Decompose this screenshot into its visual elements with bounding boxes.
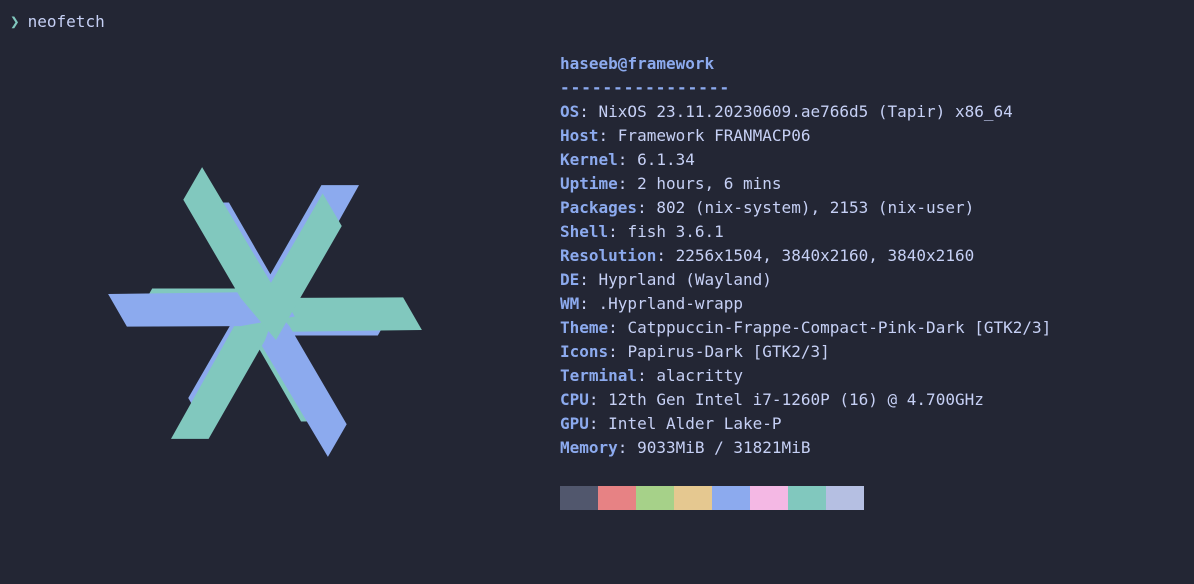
color-swatch bbox=[826, 486, 864, 510]
info-key: Uptime bbox=[560, 174, 618, 193]
prompt-line: ❯ neofetch bbox=[10, 10, 1184, 34]
info-key: CPU bbox=[560, 390, 589, 409]
command-text: neofetch bbox=[28, 10, 105, 34]
info-value: 9033MiB / 31821MiB bbox=[637, 438, 810, 457]
info-key: Theme bbox=[560, 318, 608, 337]
info-key: Icons bbox=[560, 342, 608, 361]
info-row-de: DE: Hyprland (Wayland) bbox=[560, 268, 1051, 292]
info-row-shell: Shell: fish 3.6.1 bbox=[560, 220, 1051, 244]
username: haseeb bbox=[560, 54, 618, 73]
info-row-kernel: Kernel: 6.1.34 bbox=[560, 148, 1051, 172]
info-value: fish 3.6.1 bbox=[627, 222, 723, 241]
info-row-theme: Theme: Catppuccin-Frappe-Compact-Pink-Da… bbox=[560, 316, 1051, 340]
user-host-header: haseeb@framework bbox=[560, 52, 1051, 76]
info-key: Host bbox=[560, 126, 599, 145]
prompt-symbol: ❯ bbox=[10, 10, 20, 34]
info-value: Papirus-Dark [GTK2/3] bbox=[627, 342, 829, 361]
info-row-resolution: Resolution: 2256x1504, 3840x2160, 3840x2… bbox=[560, 244, 1051, 268]
info-value: Intel Alder Lake-P bbox=[608, 414, 781, 433]
info-key: Shell bbox=[560, 222, 608, 241]
info-row-packages: Packages: 802 (nix-system), 2153 (nix-us… bbox=[560, 196, 1051, 220]
hostname: framework bbox=[627, 54, 714, 73]
info-value: 6.1.34 bbox=[637, 150, 695, 169]
info-key: Packages bbox=[560, 198, 637, 217]
info-row-os: OS: NixOS 23.11.20230609.ae766d5 (Tapir)… bbox=[560, 100, 1051, 124]
info-key: WM bbox=[560, 294, 579, 313]
info-value: 2256x1504, 3840x2160, 3840x2160 bbox=[676, 246, 975, 265]
info-row-host: Host: Framework FRANMACP06 bbox=[560, 124, 1051, 148]
info-key: GPU bbox=[560, 414, 589, 433]
info-row-icons: Icons: Papirus-Dark [GTK2/3] bbox=[560, 340, 1051, 364]
info-row-wm: WM: .Hyprland-wrapp bbox=[560, 292, 1051, 316]
color-swatch bbox=[788, 486, 826, 510]
info-row-terminal: Terminal: alacritty bbox=[560, 364, 1051, 388]
info-value: Catppuccin-Frappe-Compact-Pink-Dark [GTK… bbox=[627, 318, 1051, 337]
color-palette bbox=[560, 486, 1051, 510]
info-value: Framework FRANMACP06 bbox=[618, 126, 811, 145]
nixos-logo-icon bbox=[30, 47, 500, 577]
color-swatch bbox=[560, 486, 598, 510]
info-key: Kernel bbox=[560, 150, 618, 169]
info-key: Terminal bbox=[560, 366, 637, 385]
info-value: alacritty bbox=[656, 366, 743, 385]
at-symbol: @ bbox=[618, 54, 628, 73]
info-value: 802 (nix-system), 2153 (nix-user) bbox=[656, 198, 974, 217]
info-value: 2 hours, 6 mins bbox=[637, 174, 782, 193]
info-row-memory: Memory: 9033MiB / 31821MiB bbox=[560, 436, 1051, 460]
info-value: .Hyprland-wrapp bbox=[599, 294, 744, 313]
system-info: haseeb@framework ---------------- OS: Ni… bbox=[560, 42, 1051, 584]
info-row-gpu: GPU: Intel Alder Lake-P bbox=[560, 412, 1051, 436]
info-key: OS bbox=[560, 102, 579, 121]
info-row-uptime: Uptime: 2 hours, 6 mins bbox=[560, 172, 1051, 196]
info-value: Hyprland (Wayland) bbox=[599, 270, 772, 289]
info-row-cpu: CPU: 12th Gen Intel i7-1260P (16) @ 4.70… bbox=[560, 388, 1051, 412]
info-key: DE bbox=[560, 270, 579, 289]
info-key: Memory bbox=[560, 438, 618, 457]
color-swatch bbox=[674, 486, 712, 510]
info-value: NixOS 23.11.20230609.ae766d5 (Tapir) x86… bbox=[599, 102, 1013, 121]
info-value: 12th Gen Intel i7-1260P (16) @ 4.700GHz bbox=[608, 390, 984, 409]
header-separator: ---------------- bbox=[560, 76, 1051, 100]
distro-logo bbox=[10, 42, 500, 584]
info-key: Resolution bbox=[560, 246, 656, 265]
color-swatch bbox=[712, 486, 750, 510]
color-swatch bbox=[636, 486, 674, 510]
color-swatch bbox=[598, 486, 636, 510]
color-swatch bbox=[750, 486, 788, 510]
neofetch-output: haseeb@framework ---------------- OS: Ni… bbox=[10, 42, 1184, 584]
